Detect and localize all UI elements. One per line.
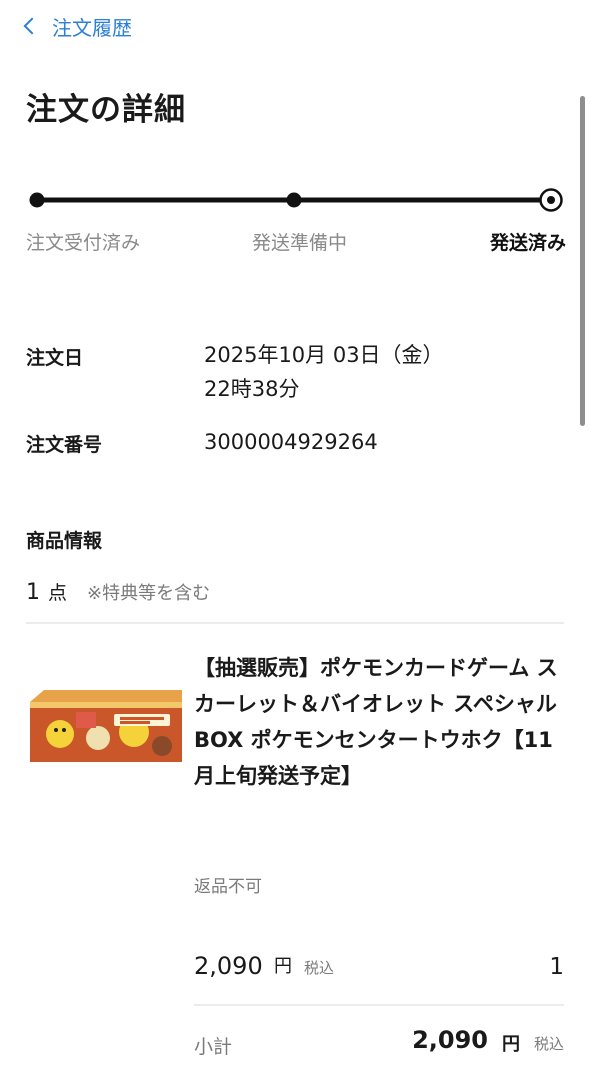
order-date: 2025年10月 03日（金） [204,343,444,367]
price-currency: 円 [274,956,292,977]
order-number-label: 注文番号 [26,434,103,456]
progress-line [29,188,563,212]
item-count-row: 1 点 ※特典等を含む [26,578,210,605]
order-number-value: 3000004929264 [204,430,378,454]
product-box-image[interactable] [30,688,182,762]
page-title: 注文の詳細 [26,92,186,128]
step-label-shipped: 発送済み [489,232,566,254]
order-date-label: 注文日 [26,347,84,369]
order-date-value: 2025年10月 03日（金） 22時38分 [204,338,444,406]
back-to-order-history-link[interactable]: 注文履歴 [22,10,132,42]
price-row: 2,090 円 税込 1 [194,950,564,984]
step-dot-preparing [286,192,302,208]
scrollbar[interactable] [580,96,585,426]
step-label-received: 注文受付済み [26,232,141,254]
subtotal-tax-label: 税込 [533,1035,564,1053]
item-count: 1 [26,580,40,605]
subtotal-amount: 2,090 [412,1026,488,1054]
subtotal-currency: 円 [502,1034,520,1055]
chevron-left-icon [23,17,41,35]
item-count-note: ※特典等を含む [87,583,211,604]
section-divider [26,622,564,624]
back-link-label: 注文履歴 [52,15,132,40]
price-tax-label: 税込 [304,959,335,977]
quantity: 1 [549,954,564,980]
order-progress-tracker: 注文受付済み 発送準備中 発送済み [26,186,566,256]
price-divider [194,1004,564,1006]
subtotal-label: 小計 [194,1036,233,1058]
product-title-link[interactable]: 【抽選販売】ポケモンカードゲーム スカーレット＆バイオレット スペシャルBOX … [194,650,564,794]
unit-price: 2,090 [194,952,263,980]
returns-note: 返品不可 [194,877,262,897]
step-dot-received [29,192,45,208]
order-time: 22時38分 [204,377,300,401]
item-count-unit: 点 [48,582,68,604]
step-label-preparing: 発送準備中 [252,232,348,254]
subtotal-row: 小計 2,090 円 税込 [194,1026,564,1062]
items-section-title: 商品情報 [26,530,103,552]
